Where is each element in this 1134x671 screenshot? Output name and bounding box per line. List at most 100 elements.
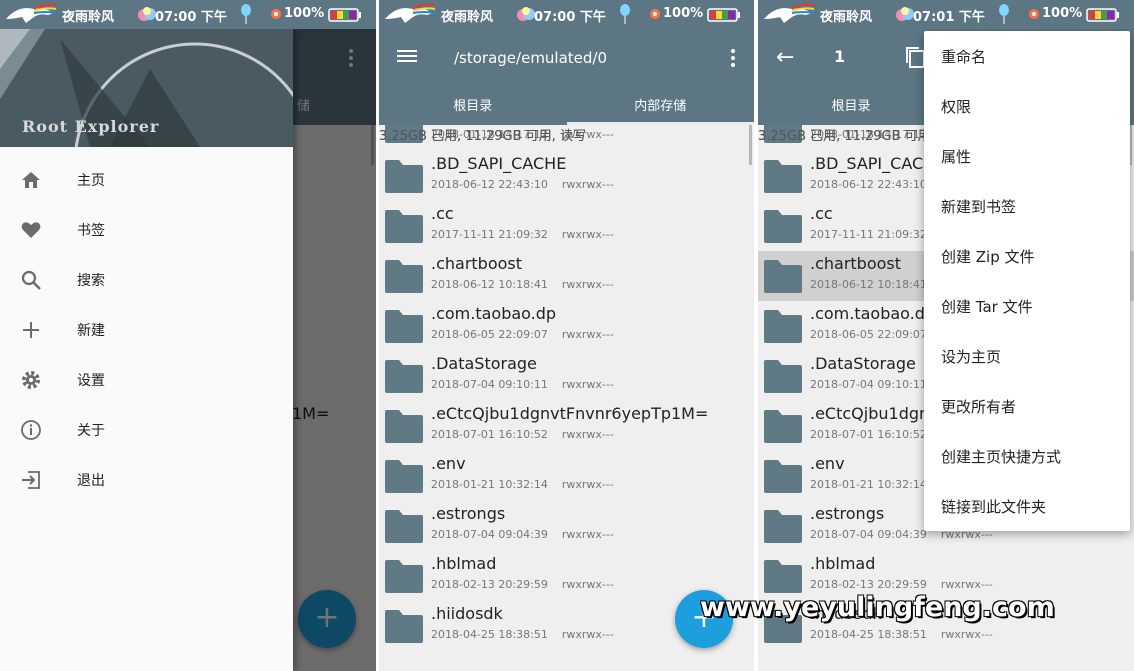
folder-icon xyxy=(764,410,802,443)
battery-percent: 100% xyxy=(284,6,325,21)
file-permissions: rwxrwx--- xyxy=(940,628,993,641)
balloon-icon xyxy=(241,4,251,24)
context-menu-item[interactable]: 设为主页 xyxy=(924,331,1130,381)
file-name: .chartboost xyxy=(431,254,523,273)
drawer-item-label: 关于 xyxy=(77,423,105,439)
drawer-item[interactable]: 主页 xyxy=(0,156,293,206)
file-date: 2018-04-25 18:38:51 xyxy=(431,628,548,641)
drawer-item[interactable]: 书签 xyxy=(0,206,293,256)
battery-icon xyxy=(328,8,361,22)
file-date: 2018-06-05 22:09:07 xyxy=(810,328,927,341)
folder-icon xyxy=(385,260,423,293)
status-time: 07:00 下午 xyxy=(155,10,227,25)
context-menu-item[interactable]: 创建 Tar 文件 xyxy=(924,281,1130,331)
tab-item[interactable]: 根目录 xyxy=(758,83,944,125)
tab-item[interactable]: 根目录 xyxy=(379,83,567,125)
plus-icon xyxy=(23,322,39,338)
file-date: 2018-06-12 22:43:10 xyxy=(431,178,548,191)
file-meta: 2018-06-12 10:18:41 rwxrwx--- xyxy=(431,278,614,291)
storage-info: 3.25GB 已用, 11.29GB 可用, 读写 xyxy=(379,129,586,144)
file-name: .estrongs xyxy=(431,504,506,523)
context-menu-item[interactable]: 权限 xyxy=(924,81,1130,131)
file-meta: 2018-06-05 22:09:07 rwxrwx--- xyxy=(431,328,614,341)
battery-icon xyxy=(707,8,740,22)
exit-icon xyxy=(22,471,40,489)
nfc-icon xyxy=(1029,9,1039,19)
drawer-item-label: 搜索 xyxy=(77,273,105,289)
context-menu-item[interactable]: 创建主页快捷方式 xyxy=(924,431,1130,481)
copy-icon[interactable] xyxy=(904,45,926,69)
context-menu-item[interactable]: 创建 Zip 文件 xyxy=(924,231,1130,281)
file-meta: 2017-11-11 21:09:32 rwxrwx--- xyxy=(431,228,614,241)
status-time: 07:01 下午 xyxy=(913,10,985,25)
file-row[interactable]: .DataStorage 2018-07-04 09:10:11 rwxrwx--- xyxy=(379,351,754,401)
status-bar: 夜雨聆风 07:01 下午 100% xyxy=(758,0,1134,29)
current-path: /storage/emulated/0 xyxy=(454,49,608,67)
file-name: .com.taobao.dp xyxy=(810,304,936,323)
drawer-item[interactable]: 退出 xyxy=(0,456,293,506)
folder-icon xyxy=(764,360,802,393)
file-row[interactable]: .env 2018-01-21 10:32:14 rwxrwx--- xyxy=(379,451,754,501)
search-icon xyxy=(21,270,41,290)
file-name: .hiidosdk xyxy=(431,604,503,623)
file-date: 2018-07-01 16:10:52 xyxy=(810,428,927,441)
hamburger-menu-button[interactable] xyxy=(397,47,419,69)
file-row[interactable]: .estrongs 2018-07-04 09:04:39 rwxrwx--- xyxy=(379,501,754,551)
file-row[interactable]: .cc 2017-11-11 21:09:32 rwxrwx--- xyxy=(379,201,754,251)
folder-icon xyxy=(385,560,423,593)
drawer-item[interactable]: 关于 xyxy=(0,406,293,456)
file-date: 2018-06-12 22:43:10 xyxy=(810,178,927,191)
drawer-item-label: 退出 xyxy=(77,473,105,489)
context-menu-item[interactable]: 重命名 xyxy=(924,31,1130,81)
context-menu-item[interactable]: 更改所有者 xyxy=(924,381,1130,431)
folder-icon xyxy=(385,510,423,543)
file-date: 2018-07-04 09:10:11 xyxy=(810,378,927,391)
file-meta: 2018-07-04 09:04:39 rwxrwx--- xyxy=(431,528,614,541)
context-menu-item[interactable]: 属性 xyxy=(924,131,1130,181)
scrollbar[interactable] xyxy=(749,125,752,165)
drawer-item[interactable]: 设置 xyxy=(0,356,293,406)
file-name: .cc xyxy=(810,204,833,223)
file-meta: 2018-06-12 22:43:10 rwxrwx--- xyxy=(431,178,614,191)
file-row[interactable]: .BD_SAPI_CACHE 2018-06-12 22:43:10 rwxrwx-… xyxy=(379,151,754,201)
file-permissions: rwxrwx--- xyxy=(561,228,614,241)
file-permissions: rwxrwx--- xyxy=(561,478,614,491)
status-bar: 夜雨聆风 07:00 下午 100% xyxy=(379,0,754,29)
file-date: 2018-01-21 10:32:14 xyxy=(431,478,548,491)
drawer-menu: 主页 书签搜索新建设置关于退出 xyxy=(0,156,293,506)
context-menu-item[interactable]: 新建到书签 xyxy=(924,181,1130,231)
file-row[interactable]: .eCtcQjbu1dgnvtFnvnr6yepTp1M= 2018-07-01 … xyxy=(379,401,754,451)
file-name: .hblmad xyxy=(810,554,876,573)
folder-icon xyxy=(385,460,423,493)
app-bar: /storage/emulated/0 根目录 内部存储 xyxy=(379,29,754,125)
tab-item[interactable]: 内部存储 xyxy=(566,83,755,125)
drawer-item-label: 设置 xyxy=(77,373,105,389)
status-carrier-name: 夜雨聆风 xyxy=(62,10,115,25)
folder-icon xyxy=(764,510,802,543)
file-name: .env xyxy=(431,454,466,473)
file-row[interactable]: .com.taobao.dp 2018-06-05 22:09:07 rwxrwx-… xyxy=(379,301,754,351)
navigation-drawer: Root Explorer 主页 书签 搜索 新建 设置 关于 退出 xyxy=(0,29,293,671)
file-date: 2018-01-21 10:32:14 xyxy=(810,478,927,491)
context-menu-item[interactable]: 链接到此文件夹 xyxy=(924,481,1130,531)
folder-icon xyxy=(764,260,802,293)
drawer-item[interactable]: 搜索 xyxy=(0,256,293,306)
back-arrow-icon[interactable]: ← xyxy=(776,45,794,70)
file-date: 2018-07-04 09:10:11 xyxy=(431,378,548,391)
file-date: 2018-07-04 09:04:39 xyxy=(810,528,927,541)
file-row[interactable]: .chartboost 2018-06-12 10:18:41 rwxrwx--- xyxy=(379,251,754,301)
file-permissions: rwxrwx--- xyxy=(561,428,614,441)
screen-context-menu: ← 1 根目录 3.25GB 已用, 11.29GB 可用, 读写 2018-01… xyxy=(758,0,1134,671)
drawer-item[interactable]: 新建 xyxy=(0,306,293,356)
file-meta: 2018-02-13 20:29:59 rwxrwx--- xyxy=(810,578,993,591)
heart-icon xyxy=(21,222,41,238)
file-permissions: rwxrwx--- xyxy=(561,528,614,541)
folder-icon xyxy=(764,310,802,343)
nfc-icon xyxy=(650,9,660,19)
folder-icon xyxy=(385,310,423,343)
screen-drawer: 储 2018-01-18 14:17:12rwxrwx---.BD_SAPI_C… xyxy=(0,0,376,671)
file-date: 2018-04-25 18:38:51 xyxy=(810,628,927,641)
overflow-menu-button[interactable] xyxy=(726,47,740,69)
horse-logo-icon xyxy=(764,3,815,23)
file-name: .chartboost xyxy=(810,254,902,273)
